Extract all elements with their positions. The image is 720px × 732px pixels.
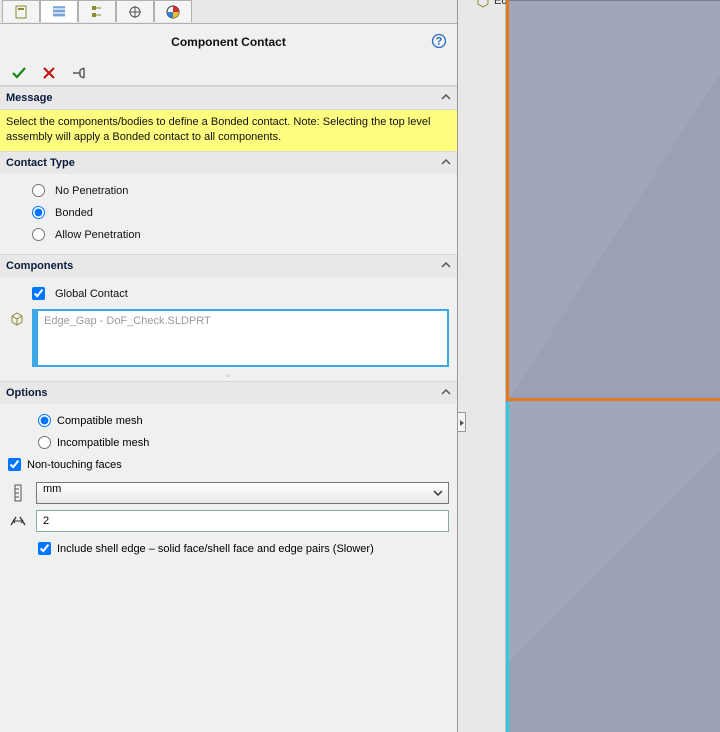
tab-feature-manager[interactable] (2, 0, 40, 22)
units-icon (8, 484, 28, 502)
tab-configuration-manager[interactable] (78, 0, 116, 22)
graphics-viewport[interactable]: Edge_Gap - DoF_Check (In... (458, 0, 720, 732)
resize-grip[interactable]: ◦ (0, 373, 457, 381)
property-panel: Component Contact ? Message (0, 0, 458, 732)
model-edge-highlight (508, 0, 720, 400)
radio-incompatible-mesh[interactable] (38, 436, 51, 449)
section-header-message[interactable]: Message (0, 87, 457, 109)
cancel-button[interactable] (40, 64, 58, 82)
chevron-up-icon (441, 387, 451, 399)
panel-title-row: Component Contact ? (0, 24, 457, 60)
checkbox-global-contact[interactable] (32, 287, 45, 300)
section-title: Contact Type (6, 157, 75, 169)
section-options: Options Compatible mesh Incompatible mes… (0, 381, 457, 570)
unit-dropdown[interactable]: mm (36, 482, 449, 504)
radio-no-penetration[interactable] (32, 184, 45, 197)
section-title: Message (6, 92, 52, 104)
panel-title: Component Contact (171, 35, 286, 49)
part-icon (476, 0, 490, 8)
checkbox-label: Include shell edge – solid face/shell fa… (57, 543, 374, 555)
tab-property-manager[interactable] (40, 0, 78, 22)
viewport-gutter (458, 0, 506, 732)
radio-bonded[interactable] (32, 206, 45, 219)
chevron-up-icon (441, 157, 451, 169)
section-components: Components Global Contact Edge_Gap - DoF… (0, 254, 457, 381)
checkbox-label: Non-touching faces (27, 459, 122, 471)
list-item[interactable]: Edge_Gap - DoF_Check.SLDPRT (44, 315, 211, 327)
section-contact-type: Contact Type No Penetration Bonded Allow… (0, 151, 457, 254)
unit-value: mm (43, 483, 61, 495)
checkbox-include-shell-edge[interactable] (38, 542, 51, 555)
chevron-up-icon (441, 92, 451, 104)
radio-label: No Penetration (55, 185, 128, 197)
radio-label: Bonded (55, 207, 93, 219)
radio-compatible-mesh[interactable] (38, 414, 51, 427)
component-selection-list[interactable]: Edge_Gap - DoF_Check.SLDPRT (32, 309, 449, 367)
tab-display-manager[interactable] (154, 0, 192, 22)
svg-text:?: ? (436, 36, 443, 48)
radio-label: Allow Penetration (55, 229, 141, 241)
model-edge-selected[interactable] (506, 0, 509, 400)
checkbox-label: Global Contact (55, 288, 128, 300)
panel-action-row (0, 60, 457, 86)
tab-dimxpert[interactable] (116, 0, 154, 22)
panel-tab-strip (0, 0, 457, 24)
pin-button[interactable] (70, 64, 88, 82)
radio-label: Incompatible mesh (57, 437, 149, 449)
radio-label: Compatible mesh (57, 415, 143, 427)
message-text: Select the components/bodies to define a… (0, 109, 457, 151)
panel-expand-handle[interactable] (458, 412, 466, 432)
chevron-down-icon (432, 487, 444, 502)
checkbox-non-touching-faces[interactable] (8, 458, 21, 471)
model-edge-highlight[interactable] (506, 402, 509, 732)
distance-input[interactable] (36, 510, 449, 532)
section-title: Components (6, 260, 73, 272)
ok-button[interactable] (10, 64, 28, 82)
section-message: Message Select the components/bodies to … (0, 86, 457, 151)
section-header-components[interactable]: Components (0, 255, 457, 277)
model-edge-selected[interactable] (506, 398, 720, 401)
distance-icon (8, 514, 28, 528)
chevron-up-icon (441, 260, 451, 272)
component-icon (8, 309, 26, 327)
section-title: Options (6, 387, 48, 399)
model-edge-highlight (508, 402, 720, 662)
section-header-options[interactable]: Options (0, 382, 457, 404)
help-icon[interactable]: ? (431, 33, 447, 49)
radio-allow-penetration[interactable] (32, 228, 45, 241)
section-header-contact-type[interactable]: Contact Type (0, 152, 457, 174)
